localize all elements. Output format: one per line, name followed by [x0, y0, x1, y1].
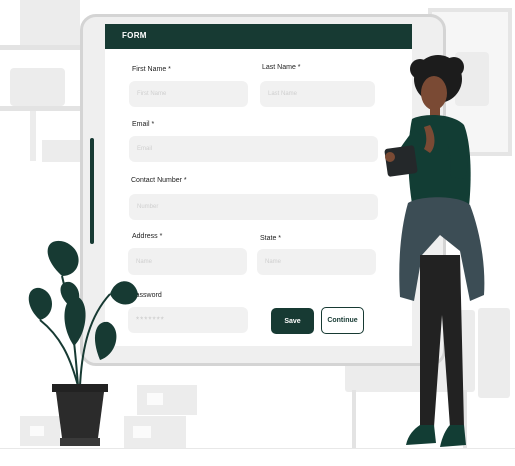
email-field[interactable]: Email	[129, 136, 378, 162]
state-label: State *	[260, 235, 282, 242]
tablet-side-button	[90, 138, 94, 244]
pants	[420, 255, 464, 427]
form-title: FORM	[122, 31, 147, 40]
leaf-bottom	[94, 321, 117, 360]
plant-illustration	[28, 240, 138, 446]
pot-rim	[52, 384, 108, 392]
pot-base	[60, 438, 100, 446]
contact-number-placeholder: Number	[137, 204, 159, 210]
leaf-left	[28, 287, 52, 320]
leaf-top	[47, 240, 79, 276]
continue-button[interactable]: Continue	[321, 307, 364, 334]
last-name-placeholder: Last Name	[268, 91, 298, 97]
shoe-left	[406, 425, 436, 445]
save-button[interactable]: Save	[271, 308, 314, 334]
pot	[56, 392, 104, 438]
state-placeholder: Name	[265, 259, 282, 265]
first-name-field[interactable]: First Name	[129, 81, 248, 107]
shelf-board-top	[0, 45, 80, 50]
first-name-placeholder: First Name	[137, 91, 167, 97]
last-name-label: Last Name *	[262, 64, 301, 71]
last-name-field[interactable]: Last Name	[260, 81, 375, 107]
email-label: Email *	[132, 121, 155, 128]
email-placeholder: Email	[137, 146, 153, 152]
contact-number-label: Contact Number *	[131, 177, 187, 184]
box-center-top-label	[147, 393, 163, 405]
password-field[interactable]: *******	[128, 307, 248, 333]
shelf-box-low	[42, 140, 80, 162]
shelf-top-books	[20, 0, 80, 46]
form-header: FORM	[105, 24, 412, 49]
address-field[interactable]: Name	[128, 248, 247, 275]
state-field[interactable]: Name	[257, 249, 376, 275]
leaf-right	[110, 281, 138, 305]
face	[421, 76, 447, 110]
person-holding-tablet-illustration	[384, 55, 485, 447]
leaf-center	[64, 296, 86, 346]
shelf-support	[30, 111, 36, 161]
first-name-label: First Name *	[132, 66, 171, 73]
right-cabinet-leg-left	[352, 390, 356, 448]
contact-number-field[interactable]: Number	[129, 194, 378, 220]
password-value: *******	[136, 315, 165, 325]
shoe-right	[440, 425, 466, 447]
shelf-board-mid	[0, 106, 80, 111]
hand-left	[385, 152, 395, 162]
box-center-top	[137, 385, 197, 415]
shelf-boxes	[10, 68, 65, 106]
